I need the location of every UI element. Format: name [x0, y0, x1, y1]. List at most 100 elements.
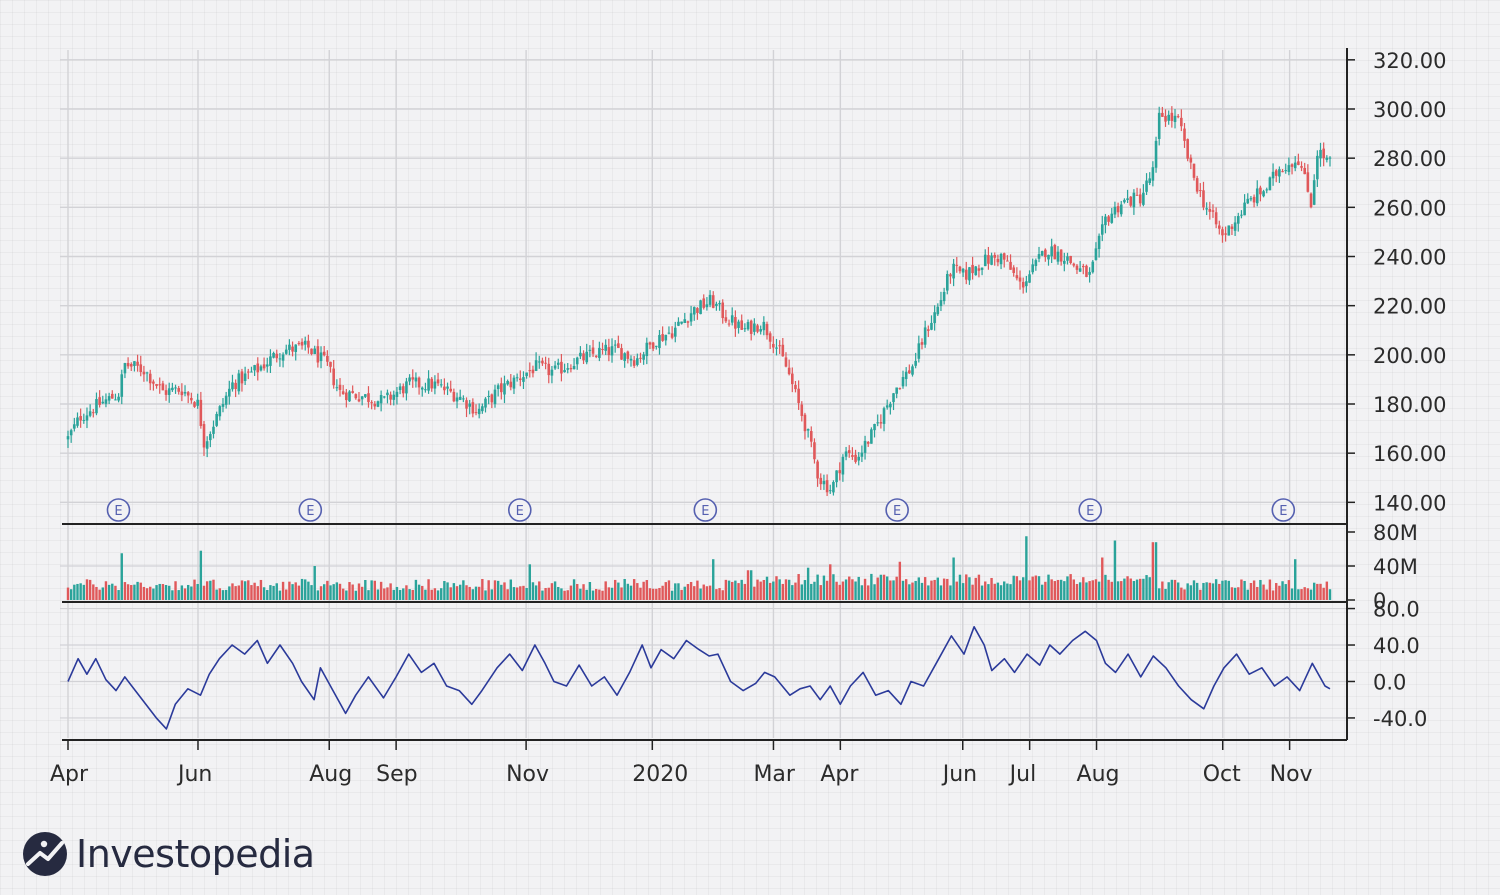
x-tick-label: Mar [753, 762, 795, 787]
candle-body [857, 456, 861, 461]
brand-logo: Investopedia [22, 828, 315, 880]
x-tick-label: Apr [50, 762, 89, 787]
volume-bar [1021, 577, 1025, 600]
candle [439, 379, 443, 388]
volume-bar [1252, 580, 1256, 600]
candle [82, 413, 86, 424]
volume-bar [1306, 588, 1310, 600]
volume-bar [873, 584, 876, 600]
candle [582, 350, 585, 364]
volume-bar [1116, 581, 1120, 600]
volume-bar [933, 579, 936, 600]
volume-bar [392, 589, 395, 600]
price-chart: E E E E E E E 320.00 300.00 280.00 260.00 240.00 22… [50, 48, 1446, 787]
candle [572, 358, 576, 370]
candle-body [364, 394, 367, 397]
candle [145, 371, 149, 382]
candle [1284, 163, 1288, 174]
candle-body [945, 274, 949, 291]
candle [680, 321, 683, 325]
volume-bar [1208, 582, 1212, 600]
candle-body [98, 397, 101, 405]
brand-name: Investopedia [76, 832, 315, 876]
volume-bar [503, 582, 506, 600]
volume-bar [1259, 579, 1262, 600]
volume-bar [908, 584, 911, 600]
candle-body [1126, 198, 1129, 200]
candle-body [983, 254, 987, 267]
volume-bar [1218, 583, 1221, 600]
candle [1281, 168, 1284, 173]
volume-bar [234, 586, 237, 600]
candle [401, 383, 405, 398]
candle-body [1205, 208, 1208, 210]
volume-bar [844, 579, 848, 600]
candle-body [556, 362, 560, 365]
candle [449, 380, 453, 393]
candle-body [177, 388, 181, 392]
candle [809, 426, 813, 448]
candle-body [708, 294, 712, 305]
candle [262, 357, 266, 371]
volume-bar [1167, 582, 1170, 600]
candle [528, 362, 532, 378]
candle [863, 435, 867, 460]
candle-body [319, 352, 323, 362]
volume-tick-label: 80M [1373, 521, 1418, 545]
candle [307, 334, 310, 354]
candle-body [465, 400, 468, 409]
candle-body [1028, 274, 1031, 283]
candle-body [433, 381, 437, 389]
volume-bar [651, 588, 655, 600]
volume-bar [553, 581, 557, 600]
candle [1202, 181, 1205, 211]
volume-bar [411, 589, 414, 600]
candle [1085, 264, 1088, 278]
candle [319, 346, 323, 369]
candle-body [376, 401, 380, 407]
candle-body [882, 408, 886, 424]
candle [515, 373, 519, 382]
volume-bar [1249, 583, 1253, 600]
candle-body [746, 322, 750, 330]
candle [424, 382, 427, 393]
candle-body [506, 380, 509, 385]
x-tick-label: Nov [506, 762, 549, 787]
candle-body [79, 416, 82, 421]
candle-body [1290, 164, 1294, 167]
candle-body [458, 396, 462, 400]
candle-body [88, 411, 92, 416]
candle-body [1138, 194, 1142, 204]
candle [186, 391, 190, 404]
candle-body [446, 386, 449, 389]
volume-bar [1262, 584, 1265, 600]
candle [772, 336, 775, 354]
volume-bar [702, 584, 705, 600]
candle-body [246, 371, 250, 373]
candle-body [828, 490, 832, 492]
candle-body [699, 300, 702, 315]
candle [284, 344, 288, 355]
volume-bar [1126, 576, 1129, 600]
candle [76, 412, 79, 428]
candle-body [417, 377, 421, 388]
candle-body [443, 386, 446, 391]
candle-body [1002, 253, 1006, 260]
volume-bar [724, 579, 728, 600]
candle [1312, 174, 1316, 206]
candle [917, 335, 921, 363]
volume-bar [674, 583, 677, 600]
candle [1278, 166, 1281, 183]
candle [544, 356, 547, 370]
volume-bar [440, 588, 443, 600]
candle-body [964, 269, 968, 280]
candle-body [696, 308, 699, 313]
volume-bar [364, 579, 367, 600]
volume-bar [895, 576, 898, 600]
volume-bar [1078, 582, 1082, 600]
candle-body [667, 332, 671, 334]
volume-bar [1192, 580, 1196, 600]
candle-body [224, 395, 228, 405]
volume-bar [1069, 574, 1072, 600]
volume-bar [130, 585, 133, 600]
